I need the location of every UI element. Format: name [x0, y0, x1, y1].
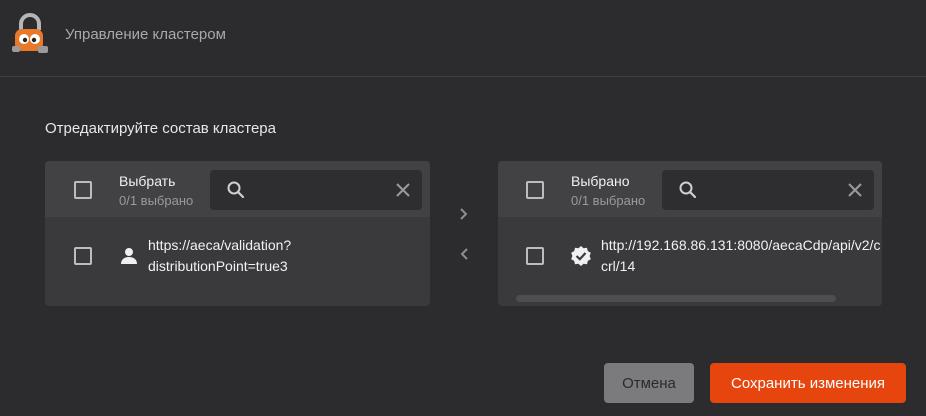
chevron-left-icon[interactable] [456, 246, 472, 262]
selected-search-input[interactable] [706, 180, 836, 200]
person-icon [121, 248, 137, 264]
horizontal-scrollbar[interactable] [516, 295, 836, 302]
available-search-input[interactable] [254, 180, 384, 200]
selected-list-panel: Выбрано 0/1 выбрано http://192.168.86.13… [498, 161, 882, 306]
available-list-panel: Выбрать 0/1 выбрано https://aeca/validat… [45, 161, 430, 306]
available-list-title: Выбрать [119, 173, 176, 189]
search-icon [679, 181, 697, 199]
selected-search-box [662, 170, 874, 210]
chevron-right-icon[interactable] [456, 206, 472, 222]
select-all-selected-checkbox[interactable] [526, 181, 544, 199]
editor-title: Отредактируйте состав кластера [45, 120, 276, 137]
cancel-button[interactable]: Отмена [604, 363, 694, 403]
padlock-mascot-logo [12, 13, 48, 53]
select-all-available-checkbox[interactable] [74, 181, 92, 199]
selected-list-header: Выбрано 0/1 выбрано [498, 161, 882, 217]
selected-selected-count: 0/1 выбрано [571, 193, 646, 208]
selected-list-title: Выбрано [571, 173, 630, 189]
app-header: Управление кластером [0, 0, 926, 77]
item-checkbox[interactable] [74, 247, 92, 265]
item-label: http://192.168.86.131:8080/aecaCdp/api/v… [601, 237, 881, 274]
verified-badge-icon [571, 246, 591, 266]
search-icon [227, 181, 245, 199]
available-search-box [210, 170, 422, 210]
item-label: https://aeca/validation? distributionPoi… [148, 237, 292, 274]
close-icon[interactable] [394, 181, 412, 199]
close-icon[interactable] [846, 181, 864, 199]
page-title: Управление кластером [65, 26, 226, 43]
available-selected-count: 0/1 выбрано [119, 193, 194, 208]
save-changes-button[interactable]: Сохранить изменения [710, 363, 906, 403]
available-list-header: Выбрать 0/1 выбрано [45, 161, 430, 217]
item-checkbox[interactable] [526, 247, 544, 265]
